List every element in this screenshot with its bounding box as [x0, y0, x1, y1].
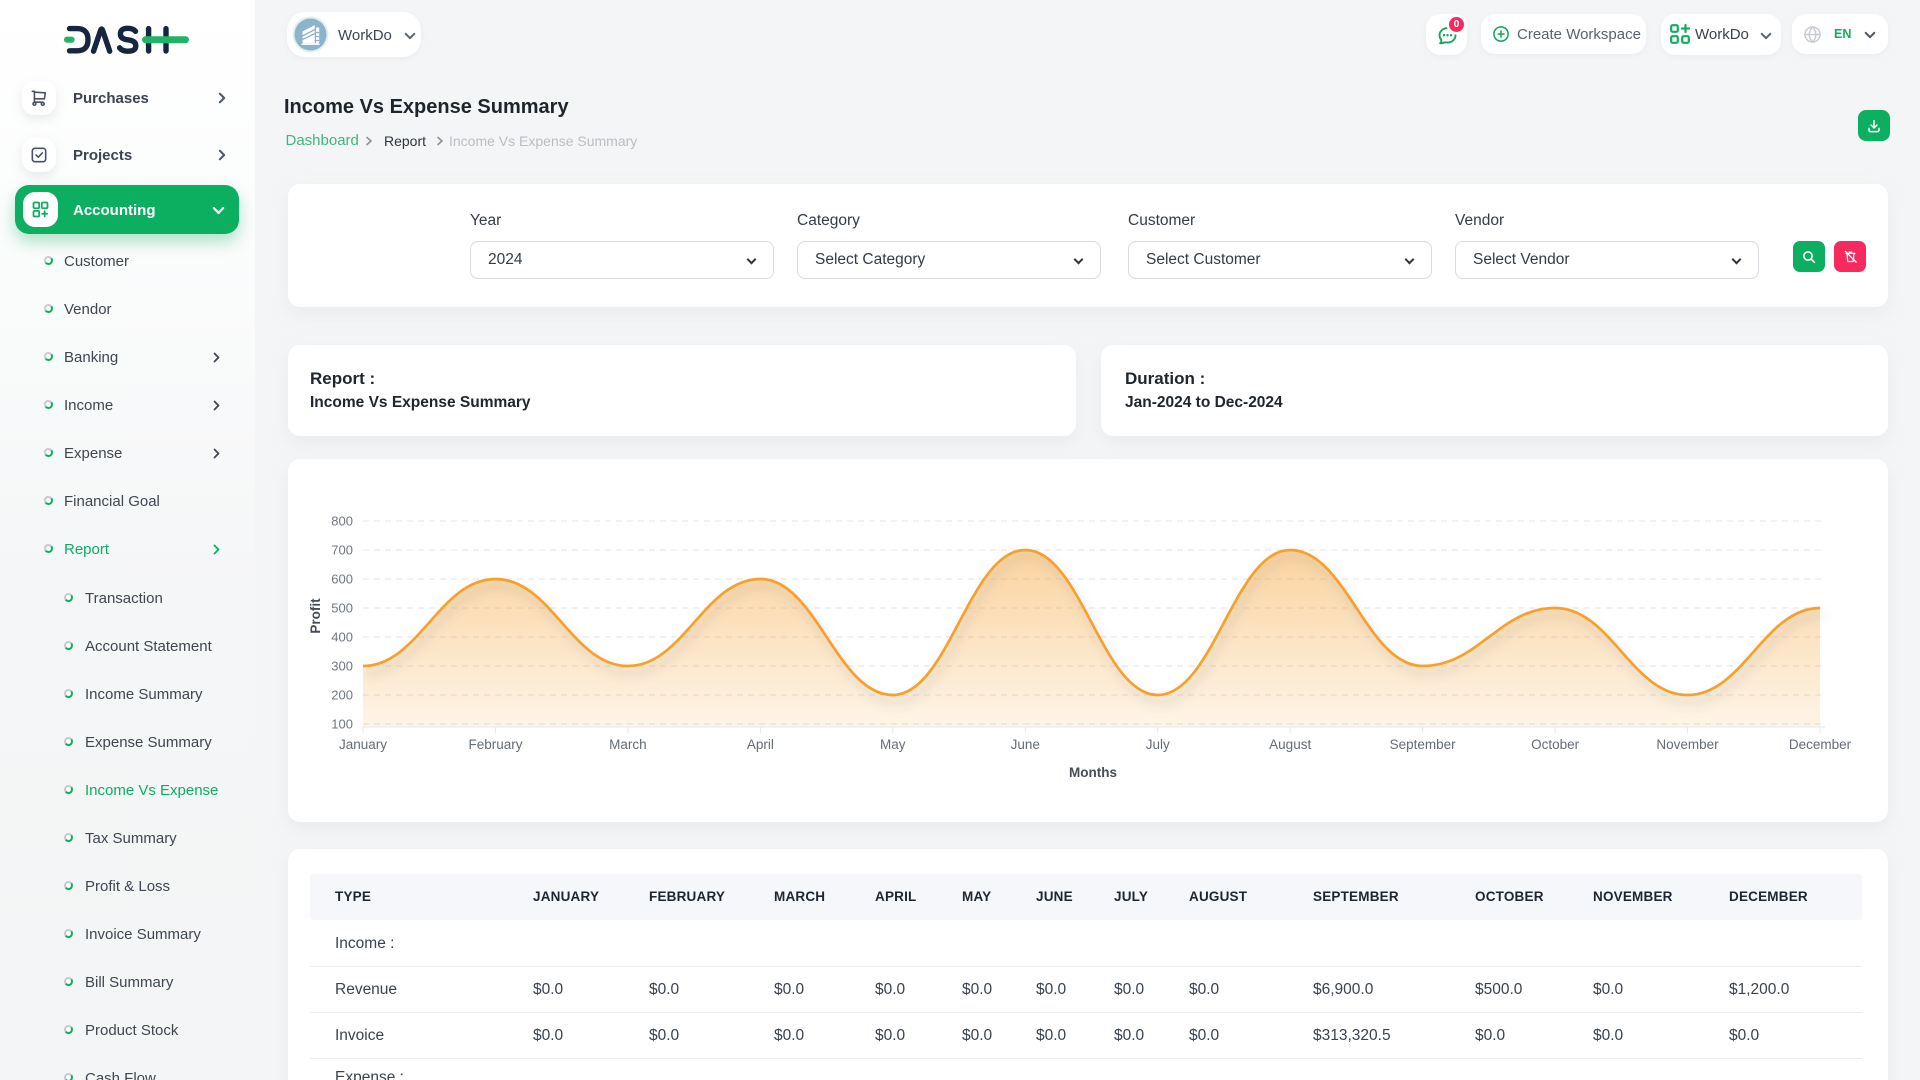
- svg-text:September: September: [1390, 737, 1457, 752]
- svg-text:800: 800: [331, 514, 353, 529]
- svg-text:May: May: [880, 737, 906, 752]
- svg-text:August: August: [1269, 737, 1311, 752]
- svg-text:100: 100: [331, 717, 353, 732]
- svg-text:November: November: [1656, 737, 1719, 752]
- svg-text:February: February: [468, 737, 522, 752]
- svg-text:Profit: Profit: [308, 598, 323, 634]
- svg-text:600: 600: [331, 572, 353, 587]
- svg-text:300: 300: [331, 659, 353, 674]
- svg-text:March: March: [609, 737, 647, 752]
- svg-text:January: January: [339, 737, 387, 752]
- svg-text:400: 400: [331, 630, 353, 645]
- svg-text:July: July: [1146, 737, 1170, 752]
- svg-text:April: April: [747, 737, 774, 752]
- svg-text:October: October: [1531, 737, 1580, 752]
- svg-text:June: June: [1011, 737, 1040, 752]
- svg-text:200: 200: [331, 688, 353, 703]
- svg-text:Months: Months: [1069, 765, 1117, 780]
- svg-text:500: 500: [331, 601, 353, 616]
- svg-text:700: 700: [331, 543, 353, 558]
- svg-text:December: December: [1789, 737, 1852, 752]
